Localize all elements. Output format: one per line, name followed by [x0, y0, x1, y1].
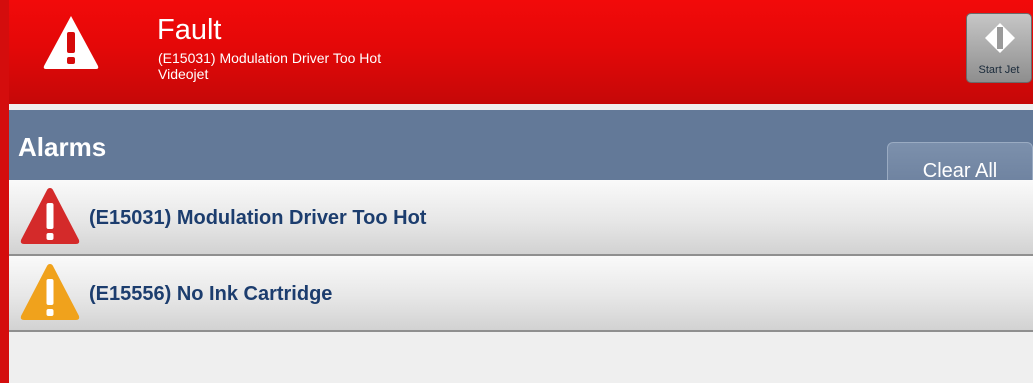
alarm-list-empty-area	[9, 332, 1033, 383]
header-fault-description: (E15031) Modulation Driver Too Hot	[158, 50, 382, 66]
left-frame-border	[0, 0, 9, 383]
start-jet-diamond-icon	[985, 23, 1015, 53]
alarm-text: (E15031) Modulation Driver Too Hot	[89, 207, 427, 229]
alarm-row[interactable]: (E15556) No Ink Cartridge	[9, 256, 1033, 332]
start-jet-button[interactable]: Start Jet	[966, 13, 1032, 83]
fault-warning-icon	[41, 12, 101, 72]
alarm-text: (E15556) No Ink Cartridge	[89, 283, 333, 305]
alarm-row[interactable]: (E15031) Modulation Driver Too Hot	[9, 180, 1033, 256]
orange-warning-icon	[19, 262, 81, 329]
red-warning-icon	[19, 186, 81, 253]
alarms-bar: Alarms Clear All	[9, 110, 1033, 198]
header-source: Videojet	[158, 66, 209, 82]
alarms-title: Alarms	[18, 132, 107, 162]
status-header: Fault (E15031) Modulation Driver Too Hot…	[9, 0, 1033, 104]
header-title: Fault	[157, 14, 222, 46]
start-jet-label: Start Jet	[978, 64, 1020, 76]
